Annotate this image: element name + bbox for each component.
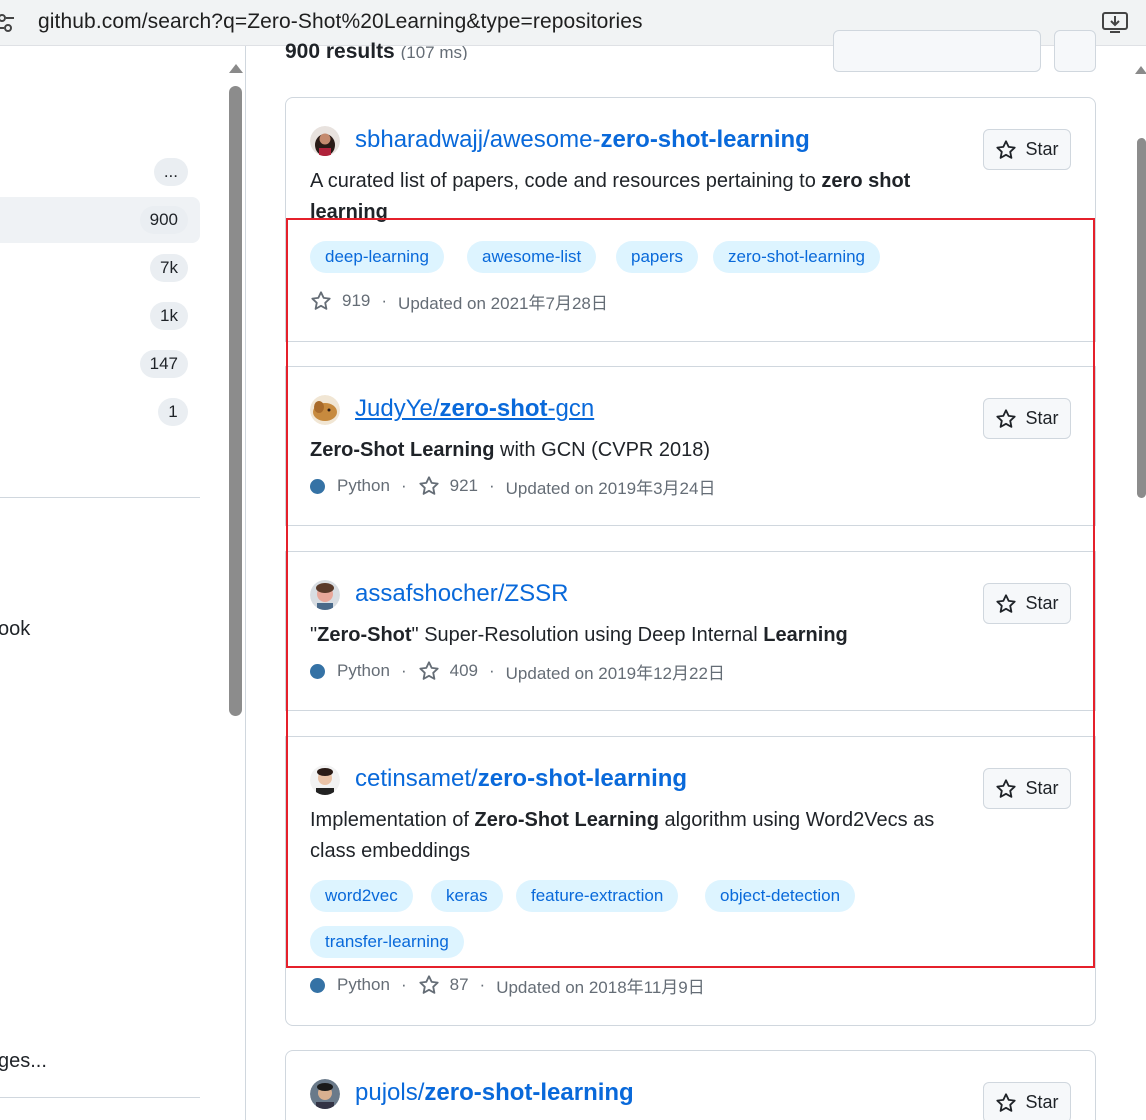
result-item: cetinsamet/zero-shot-learning Implementa…: [285, 736, 1096, 1026]
sidebar-item-code[interactable]: 7k: [0, 245, 200, 291]
url-text[interactable]: github.com/search?q=Zero-Shot%20Learning…: [38, 10, 643, 34]
star-button[interactable]: Star: [983, 398, 1071, 439]
language-color-dot: [310, 478, 325, 494]
page-scrollbar-thumb[interactable]: [1137, 138, 1146, 498]
star-button[interactable]: Star: [983, 583, 1071, 624]
results-count: 900 results (107 ms): [285, 40, 468, 60]
star-button[interactable]: Star: [983, 1082, 1071, 1120]
star-icon: [996, 408, 1017, 428]
star-icon: [996, 139, 1017, 159]
topic-tag[interactable]: papers: [616, 241, 698, 273]
owner-avatar[interactable]: [310, 580, 340, 610]
repo-meta: 919 · Updated on 2021年7月28日: [310, 289, 608, 313]
repo-link[interactable]: sbharadwajj/awesome-zero-shot-learning: [355, 126, 810, 154]
star-icon: [996, 593, 1017, 613]
view-toggle-button[interactable]: [1054, 30, 1096, 72]
sidebar-item-more[interactable]: ...: [0, 149, 200, 195]
result-item: assafshocher/ZSSR "Zero-Shot" Super-Reso…: [285, 551, 1096, 711]
count-badge: 7k: [150, 254, 188, 282]
repo-description: A curated list of papers, code and resou…: [310, 170, 911, 223]
sidebar-more-languages[interactable]: ges...: [0, 1050, 47, 1073]
owner-avatar[interactable]: [310, 765, 340, 795]
sidebar-item-discussions[interactable]: 1: [0, 389, 200, 435]
topic-tag[interactable]: keras: [431, 880, 503, 912]
updated-date: Updated on 2019年3月24日: [505, 478, 716, 498]
topic-tag[interactable]: word2vec: [310, 880, 413, 912]
result-item: sbharadwajj/awesome-zero-shot-learning A…: [285, 97, 1096, 342]
topic-tag[interactable]: zero-shot-learning: [713, 241, 881, 273]
sidebar-language-item[interactable]: ook: [0, 618, 30, 641]
updated-date: Updated on 2019年12月22日: [505, 663, 725, 683]
page-scroll-up-arrow-icon[interactable]: [1135, 66, 1146, 74]
sidebar-scrollbar-thumb[interactable]: [229, 86, 242, 716]
topic-tag[interactable]: feature-extraction: [516, 880, 679, 912]
repo-meta: Python · 921 · Updated on 2019年3月24日: [310, 474, 715, 498]
count-badge: 900: [139, 206, 188, 234]
star-count[interactable]: 87: [450, 975, 469, 995]
topic-tag[interactable]: deep-learning: [310, 241, 444, 273]
repo-link[interactable]: JudyYe/zero-shot-gcn: [355, 395, 594, 423]
topic-tag[interactable]: awesome-list: [467, 241, 597, 273]
star-count[interactable]: 919: [342, 291, 370, 311]
topic-list: word2vec keras feature-extraction object…: [310, 880, 950, 958]
sidebar-item-pull-requests[interactable]: 147: [0, 341, 200, 387]
star-count[interactable]: 921: [450, 476, 478, 496]
star-icon: [418, 975, 439, 994]
install-app-icon[interactable]: [1102, 12, 1128, 34]
updated-date: Updated on 2021年7月28日: [398, 293, 608, 313]
sort-button[interactable]: [833, 30, 1041, 72]
repo-link[interactable]: assafshocher/ZSSR: [355, 580, 568, 608]
sidebar-divider: [0, 1097, 200, 1098]
count-badge: 147: [139, 350, 188, 378]
star-button[interactable]: Star: [983, 129, 1071, 170]
star-icon: [996, 1092, 1017, 1112]
star-button[interactable]: Star: [983, 768, 1071, 809]
owner-avatar[interactable]: [310, 395, 340, 425]
star-icon: [418, 476, 439, 495]
star-icon: [996, 778, 1017, 798]
tune-icon[interactable]: [0, 12, 16, 34]
star-count[interactable]: 409: [450, 661, 478, 681]
sidebar-divider: [0, 497, 200, 498]
owner-avatar[interactable]: [310, 126, 340, 156]
owner-avatar[interactable]: [310, 1079, 340, 1109]
sidebar-item-repositories[interactable]: 900: [0, 197, 200, 243]
topic-tag[interactable]: object-detection: [705, 880, 856, 912]
filter-sidebar: ... 900 7k 1k 147 1 . ook ges...: [0, 46, 246, 1120]
updated-date: Updated on 2018年11月9日: [496, 977, 705, 997]
star-icon: [311, 291, 331, 310]
repo-description: Implementation of Zero-Shot Learning alg…: [310, 809, 935, 862]
repo-link[interactable]: cetinsamet/zero-shot-learning: [355, 765, 687, 793]
star-icon: [418, 661, 439, 680]
repo-description: Zero-Shot Learning with GCN (CVPR 2018): [310, 439, 711, 461]
topic-list: deep-learning awesome-list papers zero-s…: [310, 241, 950, 273]
count-badge: 1: [158, 398, 188, 426]
repo-link[interactable]: pujols/zero-shot-learning: [355, 1079, 634, 1107]
repo-language: Python: [337, 476, 390, 495]
sidebar-item-issues[interactable]: 1k: [0, 293, 200, 339]
repo-language: Python: [337, 661, 390, 680]
repo-meta: Python · 409 · Updated on 2019年12月22日: [310, 659, 725, 683]
count-badge: ...: [153, 158, 188, 186]
repo-meta: Python · 87 · Updated on 2018年11月9日: [310, 973, 705, 997]
topic-tag[interactable]: transfer-learning: [310, 926, 464, 958]
repo-language: Python: [337, 975, 390, 994]
result-item: pujols/zero-shot-learning Star: [285, 1050, 1096, 1120]
scroll-up-arrow-icon[interactable]: [229, 64, 243, 73]
language-color-dot: [310, 977, 325, 993]
result-item: JudyYe/zero-shot-gcn Zero-Shot Learning …: [285, 366, 1096, 526]
count-badge: 1k: [150, 302, 188, 330]
repo-description: "Zero-Shot" Super-Resolution using Deep …: [310, 624, 848, 646]
language-color-dot: [310, 663, 325, 679]
